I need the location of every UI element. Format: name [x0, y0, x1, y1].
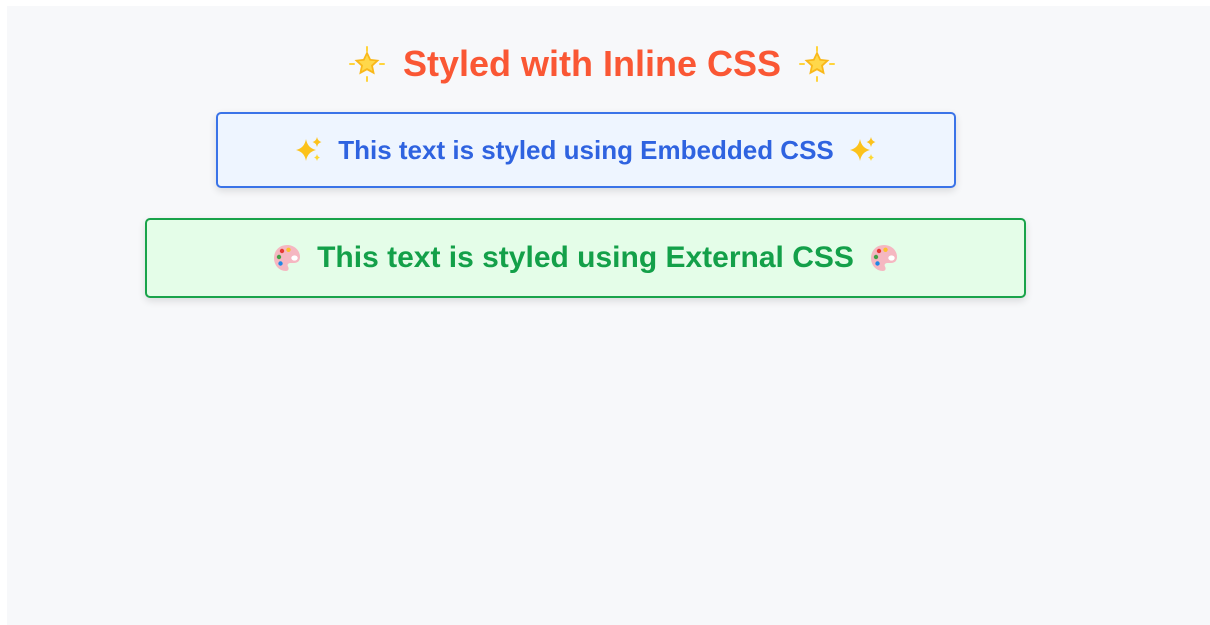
sparkles-icon [848, 135, 878, 165]
embedded-css-text: This text is styled using Embedded CSS [338, 134, 834, 165]
artist-palette-icon [868, 242, 900, 274]
external-css-box: This text is styled using External CSS [145, 218, 1026, 298]
page-background: Styled with Inline CSS This text is styl… [7, 6, 1210, 625]
sparkles-icon [294, 135, 324, 165]
external-css-text: This text is styled using External CSS [317, 241, 854, 274]
glowing-star-icon [799, 46, 836, 82]
artist-palette-icon [271, 242, 303, 274]
inline-css-heading: Styled with Inline CSS [7, 36, 1177, 92]
glowing-star-icon [348, 46, 385, 82]
heading-text: Styled with Inline CSS [402, 43, 782, 84]
embedded-css-box: This text is styled using Embedded CSS [216, 112, 956, 188]
